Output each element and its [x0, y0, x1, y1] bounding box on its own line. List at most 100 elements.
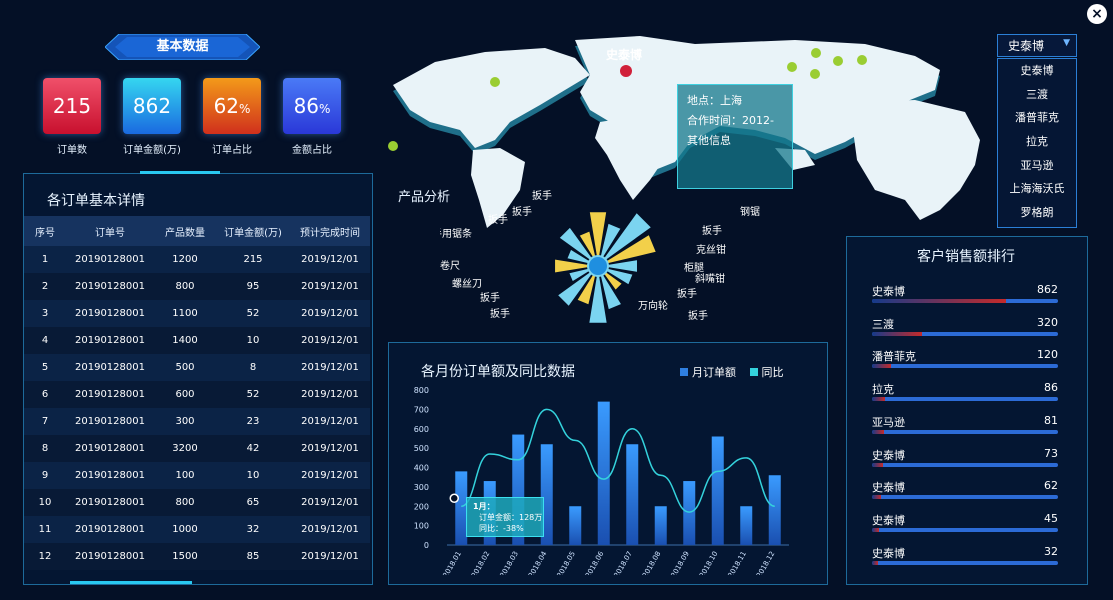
- table-cell: 2019/12/01: [290, 327, 370, 354]
- table-row[interactable]: 9 20190128001 100 10 2019/12/01: [24, 462, 370, 489]
- rose-label: 钢锯: [740, 205, 760, 218]
- table-cell: 1400: [154, 327, 216, 354]
- customer-select-value: 史泰博: [1008, 39, 1045, 53]
- table-row[interactable]: 4 20190128001 1400 10 2019/12/01: [24, 327, 370, 354]
- x-tick-label: 2018.03: [499, 550, 520, 575]
- table-header-row: 序号 订单号 产品数量 订单金额(万) 预计完成时间: [24, 216, 370, 246]
- customer-select[interactable]: 史泰博 ▼: [997, 34, 1077, 57]
- bar[interactable]: [740, 506, 753, 545]
- ranking-value: 62: [1044, 479, 1058, 493]
- y-tick-label: 400: [414, 464, 429, 473]
- bar[interactable]: [711, 436, 724, 546]
- rose-label: 万向轮: [638, 299, 668, 312]
- table-cell: 2019/12/01: [290, 273, 370, 300]
- table-cell: 500: [154, 354, 216, 381]
- table-cell: 2019/12/01: [290, 516, 370, 543]
- ranking-bar-fill: [872, 331, 922, 336]
- table-cell: 20190128001: [66, 246, 154, 273]
- line-point[interactable]: [449, 493, 459, 503]
- bar[interactable]: [569, 506, 582, 545]
- ranking-row: 史泰博 862: [872, 283, 1058, 313]
- table-row[interactable]: 7 20190128001 300 23 2019/12/01: [24, 408, 370, 435]
- table-cell: 1200: [154, 246, 216, 273]
- table-cell: 2019/12/01: [290, 381, 370, 408]
- panel-accent: [140, 171, 220, 174]
- table-cell: 1100: [154, 300, 216, 327]
- ranking-name: 亚马逊: [872, 415, 905, 429]
- table-row[interactable]: 11 20190128001 1000 32 2019/12/01: [24, 516, 370, 543]
- table-cell: 23: [216, 408, 290, 435]
- table-row[interactable]: 12 20190128001 1500 85 2019/12/01: [24, 543, 370, 570]
- table-cell: 3200: [154, 435, 216, 462]
- table-cell: 4: [24, 327, 66, 354]
- table-cell: 2019/12/01: [290, 489, 370, 516]
- ranking-bar: [872, 364, 1058, 369]
- x-tick-label: 2018.12: [755, 550, 776, 575]
- table-row[interactable]: 2 20190128001 800 95 2019/12/01: [24, 273, 370, 300]
- rose-label: 扳手: [480, 291, 500, 304]
- panel-accent: [70, 581, 192, 584]
- y-tick-label: 100: [414, 522, 429, 531]
- table-cell: 800: [154, 273, 216, 300]
- ranking-bar: [872, 495, 1058, 500]
- option-item[interactable]: 上海海沃氏: [998, 177, 1076, 201]
- ranking-row: 史泰博 45: [872, 512, 1058, 542]
- ranking-name: 拉克: [872, 383, 894, 397]
- rose-label: 柜腿: [684, 261, 704, 274]
- ranking-row: 史泰博 73: [872, 447, 1058, 477]
- legend-bar-label: 月订单额: [692, 366, 736, 379]
- table-row[interactable]: 1 20190128001 1200 215 2019/12/01: [24, 246, 370, 273]
- option-item[interactable]: 史泰博: [998, 59, 1076, 83]
- table-row[interactable]: 3 20190128001 1100 52 2019/12/01: [24, 300, 370, 327]
- table-cell: 20190128001: [66, 489, 154, 516]
- table-row[interactable]: 8 20190128001 3200 42 2019/12/01: [24, 435, 370, 462]
- col-header: 订单号: [66, 216, 154, 246]
- table-cell: 20190128001: [66, 381, 154, 408]
- table-cell: 95: [216, 273, 290, 300]
- option-item[interactable]: 罗格朗: [998, 201, 1076, 225]
- bar[interactable]: [768, 475, 781, 545]
- ranking-value: 32: [1044, 544, 1058, 558]
- chart-tooltip-title: 1月：: [473, 502, 495, 511]
- rose-label: 克丝钳: [696, 243, 726, 256]
- kpi-amount-ratio: 86%: [283, 78, 341, 134]
- table-cell: 2: [24, 273, 66, 300]
- table-row[interactable]: 10 20190128001 800 65 2019/12/01: [24, 489, 370, 516]
- x-tick-label: 2018.06: [584, 550, 606, 575]
- ranking-title: 客户销售额排行: [917, 249, 1015, 265]
- ranking-name: 史泰博: [872, 513, 905, 527]
- rose-center: [587, 255, 609, 277]
- rose-label: 扳手: [677, 287, 697, 300]
- tooltip-info: 其他信息: [687, 134, 731, 147]
- close-button[interactable]: ×: [1087, 4, 1107, 24]
- x-tick-label: 2018.10: [698, 550, 719, 575]
- x-tick-label: 2018.09: [670, 550, 691, 575]
- table-cell: 300: [154, 408, 216, 435]
- y-tick-label: 700: [414, 405, 429, 414]
- table-cell: 2019/12/01: [290, 354, 370, 381]
- bar[interactable]: [683, 481, 696, 545]
- table-cell: 2019/12/01: [290, 300, 370, 327]
- table-row[interactable]: 6 20190128001 600 52 2019/12/01: [24, 381, 370, 408]
- option-item[interactable]: 潘普菲克: [998, 106, 1076, 130]
- col-header: 产品数量: [154, 216, 216, 246]
- legend-swatch-line: [749, 368, 758, 376]
- ranking-name: 史泰博: [872, 481, 905, 495]
- table-cell: 12: [24, 543, 66, 570]
- rose-label: 斜嘴钳: [695, 272, 725, 285]
- y-tick-label: 200: [414, 502, 429, 511]
- bar[interactable]: [654, 506, 667, 545]
- x-tick-label: 2018.04: [527, 550, 549, 575]
- ranking-value: 862: [1037, 283, 1058, 296]
- option-item[interactable]: 三渡: [998, 83, 1076, 107]
- legend-line-label: 同比: [761, 366, 784, 379]
- col-header: 订单金额(万): [216, 216, 290, 246]
- option-item[interactable]: 拉克: [998, 130, 1076, 154]
- ranking-row: 三渡 320: [872, 316, 1058, 346]
- table-cell: 7: [24, 408, 66, 435]
- bar[interactable]: [626, 444, 639, 545]
- bar[interactable]: [597, 401, 610, 545]
- table-row[interactable]: 5 20190128001 500 8 2019/12/01: [24, 354, 370, 381]
- option-item[interactable]: 亚马逊: [998, 154, 1076, 178]
- table-cell: 10: [216, 327, 290, 354]
